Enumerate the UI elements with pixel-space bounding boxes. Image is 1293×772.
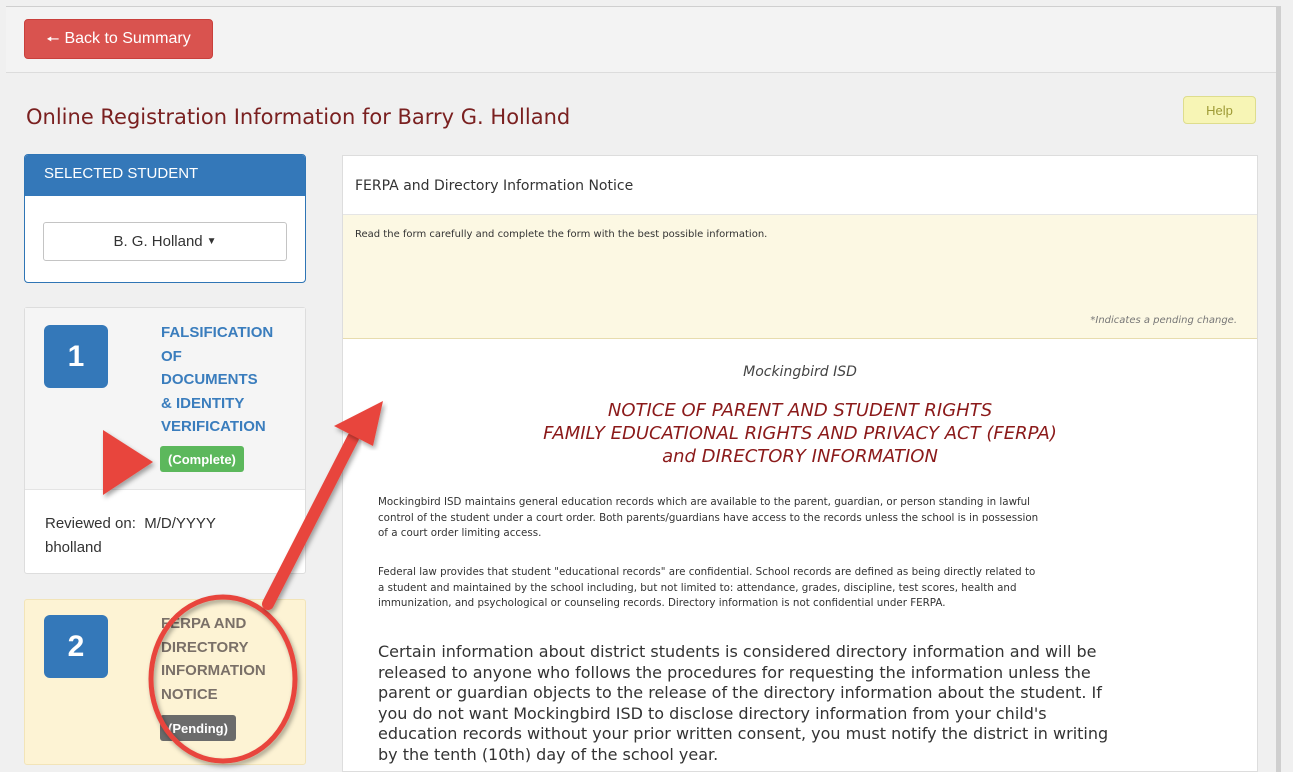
paragraph-line: of a court order limiting access. [378, 527, 542, 539]
paragraph-federal-law: Federal law provides that student "educa… [378, 565, 1238, 612]
step-link-falsification[interactable]: FALSIFICATION OF DOCUMENTS & IDENTITY VE… [161, 321, 273, 439]
paragraph-line: you do not want Mockingbird ISD to discl… [378, 703, 1047, 723]
paragraph-line: a student and maintained by the school i… [378, 581, 1017, 594]
student-selector-dropdown[interactable]: B. G. Holland ▼ [43, 222, 287, 261]
reviewed-label: Reviewed on: [45, 515, 136, 532]
caret-down-icon: ▼ [206, 236, 217, 247]
instructions-text: Read the form carefully and complete the… [355, 229, 768, 240]
reviewed-info: Reviewed on: M/D/YYYY bholland [45, 512, 216, 560]
step-card-falsification: 1 FALSIFICATION OF DOCUMENTS & IDENTITY … [24, 307, 306, 574]
notice-title-line: and DIRECTORY INFORMATION [662, 446, 938, 467]
paragraph-line: released to anyone who follows the proce… [378, 662, 1091, 682]
paragraph-line: Federal law provides that student "educa… [378, 566, 1036, 578]
step-link-line: & IDENTITY [161, 394, 245, 412]
status-badge-complete: (Complete) [160, 446, 244, 472]
selected-student-panel: SELECTED STUDENT B. G. Holland ▼ [24, 154, 306, 283]
step-link-line: NOTICE [161, 685, 218, 703]
step-link-line: DOCUMENTS [161, 371, 258, 388]
back-to-summary-button[interactable]: 🠔 Back to Summary [24, 19, 213, 59]
reviewed-by: bholland [45, 539, 102, 556]
paragraph-line: control of the student under a court ord… [378, 511, 1039, 524]
paragraph-line: education records without your prior wri… [378, 724, 1109, 743]
arrow-left-icon: 🠔 [46, 30, 60, 48]
notice-title: NOTICE OF PARENT AND STUDENT RIGHTS FAMI… [343, 399, 1257, 468]
selected-student-header: SELECTED STUDENT [25, 155, 305, 196]
form-panel: FERPA and Directory Information Notice R… [342, 155, 1258, 772]
step-link-line: DIRECTORY [161, 638, 249, 656]
right-border [1276, 6, 1281, 772]
step-link-line: INFORMATION [161, 662, 266, 679]
notice-title-line: FAMILY EDUCATIONAL RIGHTS AND PRIVACY AC… [543, 423, 1057, 444]
paragraph-records: Mockingbird ISD maintains general educat… [378, 495, 1238, 542]
step-link-line: FALSIFICATION [161, 324, 274, 341]
paragraph-line: immunization, and psychological or couns… [378, 597, 946, 609]
step-link-line: OF [161, 347, 182, 365]
form-heading: FERPA and Directory Information Notice [343, 156, 1257, 215]
paragraph-line: by the tenth (10th) day of the school ye… [378, 744, 719, 764]
page-title: Online Registration Information for Barr… [26, 105, 571, 129]
status-badge-pending: (Pending) [160, 715, 236, 741]
student-selector-value: B. G. Holland [113, 233, 203, 250]
paragraph-directory-information: Certain information about district stude… [378, 642, 1238, 765]
step-card-ferpa: 2 FERPA AND DIRECTORY INFORMATION NOTICE… [24, 599, 306, 765]
district-name: Mockingbird ISD [743, 364, 857, 380]
paragraph-line: Mockingbird ISD maintains general educat… [378, 496, 1031, 508]
step-link-line: VERIFICATION [161, 418, 266, 435]
help-button[interactable]: Help [1183, 96, 1256, 124]
paragraph-line: parent or guardian objects to the releas… [378, 683, 1102, 702]
notice-title-line: NOTICE OF PARENT AND STUDENT RIGHTS [607, 400, 993, 421]
paragraph-line: Certain information about district stude… [378, 642, 1097, 661]
step-link-ferpa[interactable]: FERPA AND DIRECTORY INFORMATION NOTICE [161, 612, 266, 706]
back-button-label: Back to Summary [64, 30, 191, 47]
step-number: 1 [44, 325, 108, 388]
pending-change-note: *Indicates a pending change. [1090, 315, 1237, 326]
step-number: 2 [44, 615, 108, 678]
instructions-notice: Read the form carefully and complete the… [343, 215, 1257, 339]
reviewed-date: M/D/YYYY [144, 515, 216, 532]
step-link-line: FERPA AND [161, 615, 247, 632]
